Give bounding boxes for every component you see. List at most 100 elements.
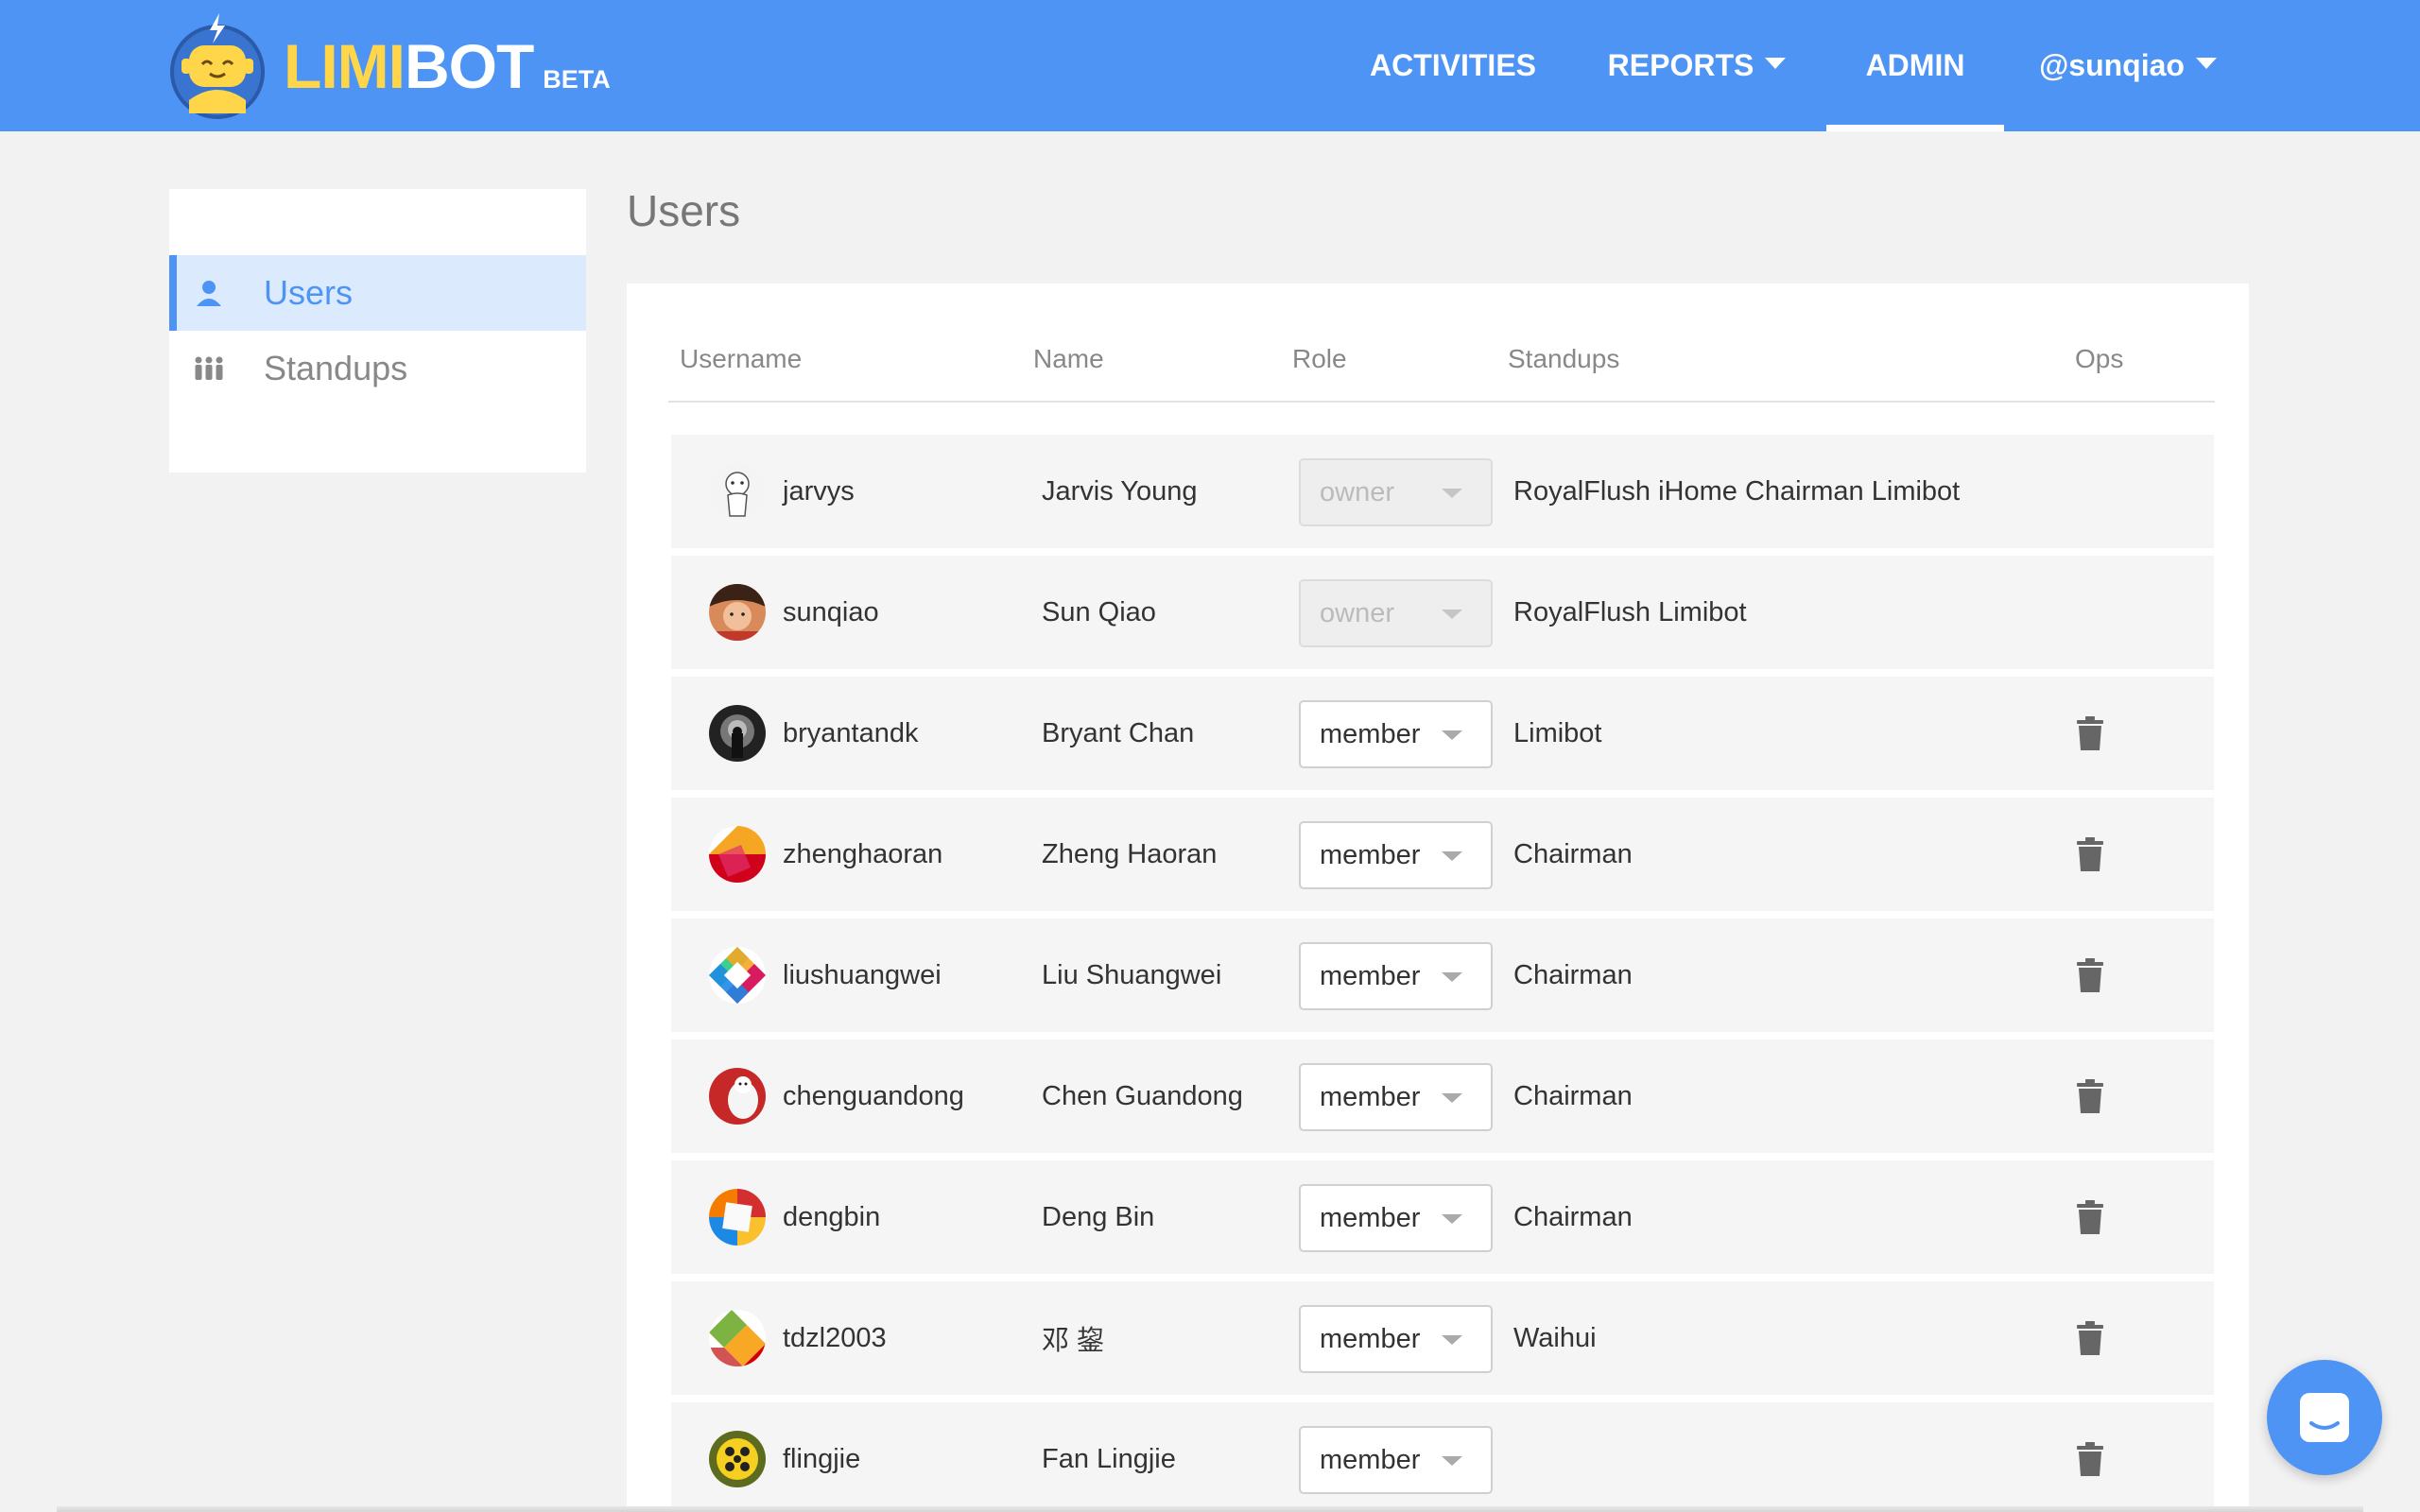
- username-cell: dengbin: [783, 1201, 881, 1232]
- caret-down-icon: [1442, 1456, 1462, 1466]
- nav-activities[interactable]: ACTIVITIES: [1352, 0, 1554, 131]
- name-cell: Jarvis Young: [1042, 475, 1198, 507]
- people-group-icon: [192, 352, 226, 386]
- trash-icon: [2077, 1200, 2103, 1234]
- username-cell: jarvys: [783, 475, 855, 507]
- page-title: Users: [627, 186, 741, 235]
- table-row: jarvys Jarvis Young owner RoyalFlush iHo…: [671, 435, 2214, 548]
- delete-user-button[interactable]: [2075, 958, 2105, 992]
- avatar: [709, 584, 766, 641]
- caret-down-icon: [1442, 972, 1462, 982]
- column-header-username: Username: [680, 344, 803, 373]
- sidebar-item-label: Users: [264, 273, 354, 312]
- role-select-value: owner: [1320, 597, 1394, 628]
- caret-down-icon: [1442, 851, 1462, 861]
- caret-down-icon: [1765, 57, 1787, 69]
- brand-name-part1: LIMI: [284, 30, 406, 101]
- role-select[interactable]: member: [1299, 821, 1493, 889]
- name-cell: Bryant Chan: [1042, 717, 1195, 748]
- admin-sidebar: Users Standups: [169, 189, 586, 472]
- delete-user-button[interactable]: [2075, 1200, 2105, 1234]
- caret-down-icon: [1442, 610, 1462, 619]
- role-select-value: member: [1320, 1323, 1421, 1354]
- trash-icon: [2077, 1321, 2103, 1355]
- role-select[interactable]: member: [1299, 1063, 1493, 1131]
- table-header: Username Name Role Standups Ops: [668, 340, 2215, 403]
- brand-name-part2: BOT: [404, 30, 534, 101]
- role-select[interactable]: member: [1299, 1184, 1493, 1252]
- role-select-value: member: [1320, 960, 1421, 991]
- account-menu-dropdown[interactable]: @sunqiao: [2029, 0, 2227, 131]
- chat-icon: [2300, 1393, 2349, 1442]
- delete-user-button[interactable]: [2075, 716, 2105, 750]
- username-cell: zhenghaoran: [783, 838, 943, 869]
- nav-reports-dropdown[interactable]: REPORTS: [1598, 0, 1796, 131]
- delete-user-button[interactable]: [2075, 1442, 2105, 1476]
- delete-user-button[interactable]: [2075, 1321, 2105, 1355]
- caret-down-icon: [1442, 1335, 1462, 1345]
- nav-admin[interactable]: ADMIN: [1826, 0, 2004, 131]
- beta-badge: BETA: [543, 64, 611, 94]
- avatar: [709, 1068, 766, 1125]
- chat-launcher-button[interactable]: [2267, 1360, 2382, 1475]
- delete-user-button[interactable]: [2075, 1079, 2105, 1113]
- avatar: [709, 1189, 766, 1246]
- caret-down-icon: [2195, 57, 2217, 69]
- table-row: bryantandk Bryant Chan member Limibot: [671, 677, 2214, 790]
- nav-activities-label: ACTIVITIES: [1369, 48, 1536, 82]
- sidebar-item-label: Standups: [264, 349, 408, 387]
- users-table-card: Username Name Role Standups Ops jarvys J…: [627, 284, 2249, 1512]
- username-cell: bryantandk: [783, 717, 919, 748]
- account-username: @sunqiao: [2039, 48, 2185, 82]
- role-select-value: member: [1320, 1202, 1421, 1233]
- name-cell: 邓 鋆: [1042, 1326, 1105, 1356]
- role-select-value: owner: [1320, 476, 1394, 507]
- username-cell: sunqiao: [783, 596, 879, 627]
- avatar: [709, 947, 766, 1004]
- name-cell: Fan Lingjie: [1042, 1443, 1176, 1474]
- caret-down-icon: [1442, 1214, 1462, 1224]
- name-cell: Liu Shuangwei: [1042, 959, 1222, 990]
- standups-cell: Chairman: [1513, 1201, 1633, 1232]
- sidebar-item-users[interactable]: Users: [169, 255, 586, 331]
- table-row: dengbin Deng Bin member Chairman: [671, 1160, 2214, 1274]
- avatar: [709, 463, 766, 520]
- role-select-value: member: [1320, 1444, 1421, 1475]
- trash-icon: [2077, 1442, 2103, 1476]
- standups-cell: Limibot: [1513, 717, 1602, 748]
- role-select: owner: [1299, 458, 1493, 526]
- trash-icon: [2077, 1079, 2103, 1113]
- delete-user-button[interactable]: [2075, 837, 2105, 871]
- top-navbar: LIMI BOT BETA ACTIVITIES REPORTS ADMIN @su…: [0, 0, 2420, 131]
- caret-down-icon: [1442, 1093, 1462, 1103]
- role-select-value: member: [1320, 1081, 1421, 1112]
- role-select-value: member: [1320, 839, 1421, 870]
- table-row: chenguandong Chen Guandong member Chairm…: [671, 1040, 2214, 1153]
- user-icon: [192, 276, 226, 310]
- role-select[interactable]: member: [1299, 1305, 1493, 1373]
- standups-cell: Chairman: [1513, 838, 1633, 869]
- username-cell: liushuangwei: [783, 959, 942, 990]
- window-bottom-edge: [57, 1506, 2363, 1512]
- avatar: [709, 1431, 766, 1487]
- role-select[interactable]: member: [1299, 1426, 1493, 1494]
- role-select: owner: [1299, 579, 1493, 647]
- role-select[interactable]: member: [1299, 942, 1493, 1010]
- role-select[interactable]: member: [1299, 700, 1493, 768]
- table-row: flingjie Fan Lingjie member: [671, 1402, 2214, 1512]
- trash-icon: [2077, 837, 2103, 871]
- standups-cell: RoyalFlush Limibot: [1513, 596, 1747, 627]
- standups-cell: Chairman: [1513, 959, 1633, 990]
- table-row: tdzl2003 邓 鋆 member Waihui: [671, 1281, 2214, 1395]
- sidebar-item-standups[interactable]: Standups: [169, 331, 586, 406]
- trash-icon: [2077, 958, 2103, 992]
- column-header-ops: Ops: [2075, 344, 2124, 373]
- standups-cell: Chairman: [1513, 1080, 1633, 1111]
- brand-logo[interactable]: LIMI BOT BETA: [168, 11, 611, 120]
- avatar: [709, 1310, 766, 1366]
- nav-admin-label: ADMIN: [1865, 48, 1965, 82]
- avatar: [709, 705, 766, 762]
- standups-cell: Waihui: [1513, 1322, 1597, 1353]
- column-header-role: Role: [1292, 344, 1347, 373]
- column-header-name: Name: [1033, 344, 1104, 373]
